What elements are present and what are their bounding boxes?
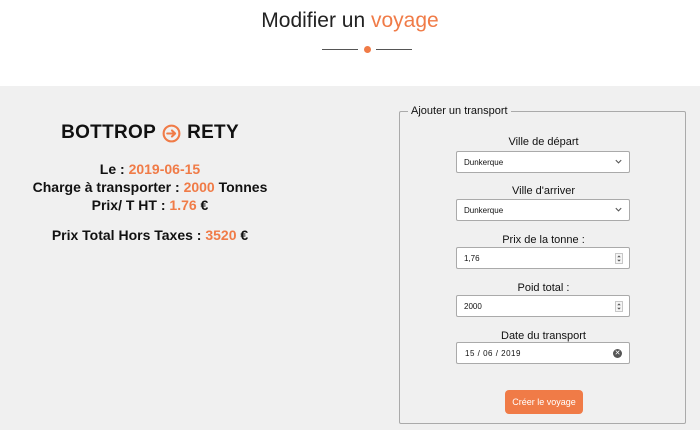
departure-value: Dunkerque [464,158,504,167]
total-value: 3520 [205,227,237,243]
divider-line-left [322,49,358,50]
transport-date-input[interactable]: 15 / 06 / 2019 ✕ [456,342,630,364]
form-legend: Ajouter un transport [411,105,508,117]
number-spinner-icon[interactable] [615,253,623,264]
trip-price-per-ton: Prix/ T HT : 1.76 € [0,196,300,214]
total-unit: € [236,227,249,243]
origin-city: BOTTROP [61,122,157,143]
main-content: BOTTROP RETY Le : 2019-06-15 Charge à tr… [0,86,700,430]
chevron-down-icon [615,207,622,212]
load-value: 2000 [183,179,215,195]
total-weight-value: 2000 [464,302,482,311]
add-transport-form: Ajouter un transport Ville de départ Dun… [399,105,686,424]
title-accent-text: voyage [371,9,439,32]
date-label: Le : [99,161,129,177]
chevron-down-icon [615,159,622,164]
divider-line-right [376,49,412,50]
departure-label: Ville de départ [508,136,579,148]
date-value: 2019-06-15 [128,161,201,177]
price-per-ton-value: 1,76 [464,254,480,263]
destination-city: RETY [187,122,239,143]
arrival-value: Dunkerque [464,206,504,215]
transport-date-label: Date du transport [501,330,586,342]
arrival-select[interactable]: Dunkerque [456,199,630,221]
price-value: 1.76 [169,197,197,213]
price-unit: € [196,197,209,213]
arrow-right-circle-icon [162,124,181,142]
trip-summary: BOTTROP RETY Le : 2019-06-15 Charge à tr… [0,122,300,244]
page-title: Modifier un voyage [0,9,700,33]
trip-total-price: Prix Total Hors Taxes : 3520 € [0,226,300,244]
total-weight-label: Poid total : [517,282,570,294]
trip-date: Le : 2019-06-15 [0,160,300,178]
page-header: Modifier un voyage [0,0,700,86]
price-per-ton-label: Prix de la tonne : [502,234,585,246]
clear-icon[interactable]: ✕ [613,349,622,358]
transport-date-value: 15 / 06 / 2019 [465,349,521,358]
load-unit: Tonnes [214,179,268,195]
number-spinner-icon[interactable] [615,301,623,312]
price-per-ton-input[interactable]: 1,76 [456,247,630,269]
departure-select[interactable]: Dunkerque [456,151,630,173]
total-weight-input[interactable]: 2000 [456,295,630,317]
trip-load: Charge à transporter : 2000 Tonnes [0,178,300,196]
load-label: Charge à transporter : [32,179,184,195]
title-divider [322,46,412,53]
create-trip-button[interactable]: Créer le voyage [505,390,583,414]
trip-route: BOTTROP RETY [0,122,300,144]
arrival-label: Ville d'arriver [511,185,576,197]
price-label: Prix/ T HT : [91,197,170,213]
divider-dot [364,46,371,53]
total-label: Prix Total Hors Taxes : [51,227,206,243]
title-text: Modifier un [261,9,371,32]
